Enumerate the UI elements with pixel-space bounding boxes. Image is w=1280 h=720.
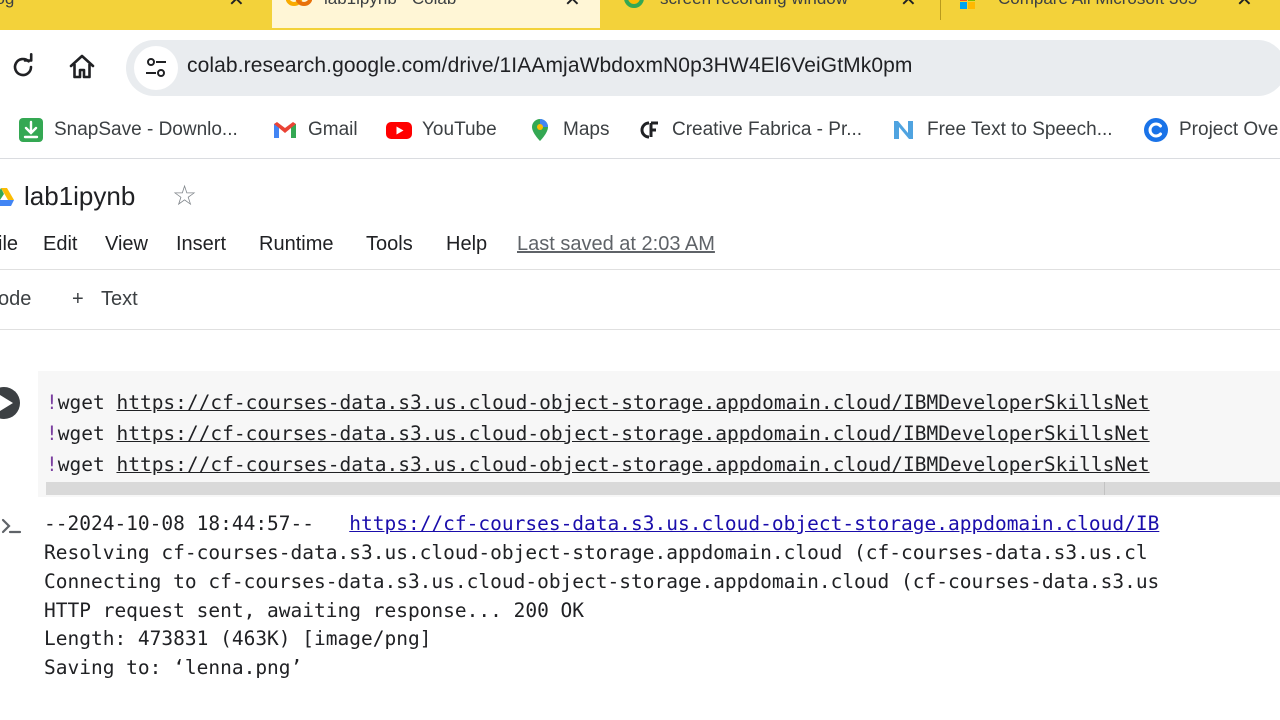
drive-logo-icon[interactable]	[0, 187, 14, 207]
bookmark-gmail[interactable]: Gmail	[272, 116, 358, 144]
browser-tab-strip: Log ✕ lab1ipynb - Colab ✕ screen recordi…	[0, 0, 1280, 30]
bookmark-free-text-to-speech[interactable]: Free Text to Speech...	[891, 116, 1113, 144]
divider	[0, 269, 1280, 270]
code-bang: !	[46, 422, 58, 445]
code-url: https://cf-courses-data.s3.us.cloud-obje…	[116, 453, 1150, 476]
bookmark-label: Free Text to Speech...	[927, 119, 1113, 140]
bookmark-snapsave[interactable]: SnapSave - Downlo...	[18, 116, 238, 144]
reload-icon[interactable]	[8, 52, 38, 82]
add-text-button[interactable]: Text	[101, 288, 138, 311]
bookmark-label: Maps	[563, 119, 610, 140]
tab-colab-active[interactable]: lab1ipynb - Colab ✕	[272, 0, 600, 28]
tab-screen-recording[interactable]: screen recording window ✕	[602, 0, 938, 28]
output-line: Resolving cf-courses-data.s3.us.cloud-ob…	[44, 541, 1148, 564]
gmail-icon	[274, 122, 296, 138]
bookmark-label: Project Ove	[1179, 119, 1279, 140]
site-info-button[interactable]	[134, 46, 178, 90]
tune-icon	[146, 58, 166, 77]
star-icon[interactable]: ☆	[172, 179, 197, 212]
output-line: Saving to: ‘lenna.png’	[44, 656, 303, 679]
tab-close-icon[interactable]: ✕	[228, 0, 245, 12]
browser-toolbar: colab.research.google.com/drive/1IAAmjaW…	[0, 30, 1280, 102]
bookmark-label: SnapSave - Downlo...	[54, 119, 238, 140]
last-saved-link[interactable]: Last saved at 2:03 AM	[517, 233, 715, 256]
plus-icon: +	[72, 288, 84, 310]
url-text[interactable]: colab.research.google.com/drive/1IAAmjaW…	[187, 54, 912, 78]
youtube-icon	[386, 122, 412, 139]
code-bang: !	[46, 391, 58, 414]
code-command: wget	[57, 422, 105, 445]
bookmark-label: YouTube	[422, 119, 497, 140]
horizontal-scrollbar[interactable]	[46, 482, 1280, 495]
scrollbar-thumb[interactable]	[1104, 482, 1105, 495]
output-timestamp: --2024-10-08 18:44:57--	[44, 512, 338, 535]
creative-fabrica-icon	[640, 121, 658, 139]
code-line[interactable]: !wget https://cf-courses-data.s3.us.clou…	[46, 453, 1150, 476]
tab-microsoft-365[interactable]: Compare All Microsoft 365 ✕	[942, 0, 1280, 28]
code-bang: !	[46, 453, 58, 476]
microsoft-favicon-icon	[960, 0, 976, 10]
output-line: HTTP request sent, awaiting response... …	[44, 599, 585, 622]
add-code-button[interactable]: ode	[0, 288, 31, 311]
code-command: wget	[57, 453, 105, 476]
output-line: --2024-10-08 18:44:57-- https://cf-cours…	[44, 512, 1159, 535]
run-cell-icon[interactable]	[0, 387, 20, 419]
google-favicon-icon	[624, 0, 644, 8]
bookmarks-bar: SnapSave - Downlo... Gmail YouTube Maps …	[0, 102, 1280, 159]
menu-view[interactable]: View	[105, 233, 148, 256]
output-link[interactable]: https://cf-courses-data.s3.us.cloud-obje…	[349, 512, 1159, 535]
menu-runtime[interactable]: Runtime	[259, 233, 333, 256]
bookmark-label: Gmail	[308, 119, 358, 140]
code-url: https://cf-courses-data.s3.us.cloud-obje…	[116, 391, 1150, 414]
menu-tools[interactable]: Tools	[366, 233, 413, 256]
output-actions-icon[interactable]	[0, 514, 22, 538]
menu-help[interactable]: Help	[446, 233, 487, 256]
tab-close-icon[interactable]: ✕	[900, 0, 917, 12]
bookmark-maps[interactable]: Maps	[527, 116, 609, 144]
output-line: Connecting to cf-courses-data.s3.us.clou…	[44, 570, 1160, 593]
bookmark-creative-fabrica[interactable]: Creative Fabrica - Pr...	[636, 116, 862, 144]
bookmark-label: Creative Fabrica - Pr...	[672, 119, 863, 140]
c-logo-icon	[1144, 118, 1168, 142]
menu-insert[interactable]: Insert	[176, 233, 226, 256]
address-bar[interactable]: colab.research.google.com/drive/1IAAmjaW…	[126, 40, 1280, 96]
tab-close-icon[interactable]: ✕	[1236, 0, 1253, 12]
notebook-title[interactable]: lab1ipynb	[24, 181, 135, 212]
tab-title: Compare All Microsoft 365	[998, 0, 1197, 9]
tab-close-icon[interactable]: ✕	[564, 0, 581, 12]
colab-favicon-icon	[286, 0, 312, 6]
tab-log[interactable]: Log ✕	[0, 0, 270, 28]
tab-title: lab1ipynb - Colab	[324, 0, 456, 9]
home-icon[interactable]	[67, 52, 97, 82]
tab-title: Log	[0, 0, 14, 9]
snapsave-icon	[19, 118, 43, 142]
tab-separator	[940, 0, 941, 20]
tab-title: screen recording window	[660, 0, 848, 9]
code-line[interactable]: !wget https://cf-courses-data.s3.us.clou…	[46, 422, 1150, 445]
output-line: Length: 473831 (463K) [image/png]	[44, 627, 432, 650]
code-url: https://cf-courses-data.s3.us.cloud-obje…	[116, 422, 1150, 445]
n-logo-icon	[894, 121, 913, 139]
colab-notebook: lab1ipynb ☆ ile Edit View Insert Runtime…	[0, 159, 1280, 720]
bookmark-youtube[interactable]: YouTube	[386, 116, 497, 144]
bookmark-project-overview[interactable]: Project Ove	[1143, 116, 1278, 144]
code-command: wget	[57, 391, 105, 414]
code-line[interactable]: !wget https://cf-courses-data.s3.us.clou…	[46, 391, 1150, 414]
menu-edit[interactable]: Edit	[43, 233, 77, 256]
divider	[0, 329, 1280, 330]
maps-pin-icon	[532, 119, 548, 141]
menu-file[interactable]: ile	[0, 233, 18, 256]
